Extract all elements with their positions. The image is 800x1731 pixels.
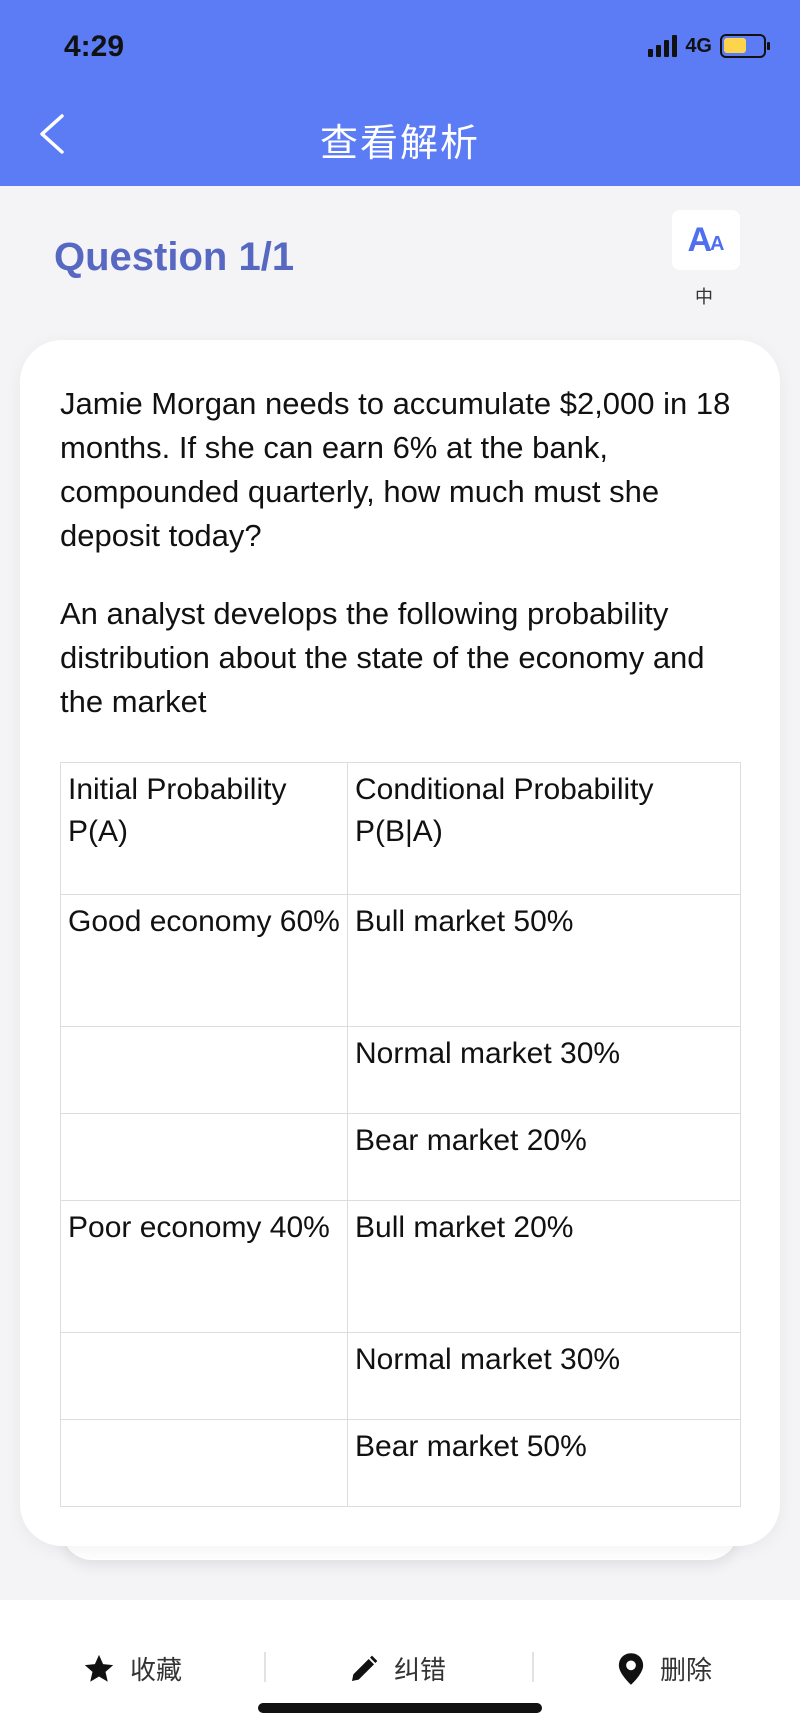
table-cell <box>60 1332 348 1420</box>
table-header: Initial Probability P(A) <box>60 762 348 895</box>
table-cell <box>60 1026 348 1114</box>
table-cell <box>60 1113 348 1201</box>
table-cell: Normal market 30% <box>347 1332 741 1420</box>
table-cell: Normal market 30% <box>347 1026 741 1114</box>
table-row: Good economy 60% Bull market 50% <box>60 894 741 1027</box>
battery-icon <box>720 34 770 58</box>
delete-button[interactable]: 删除 <box>616 1650 712 1687</box>
table-header: Conditional Probability P(B|A) <box>347 762 741 895</box>
font-size-label: 中 <box>695 287 713 307</box>
probability-table: Initial Probability P(A) Conditional Pro… <box>60 762 741 1507</box>
table-cell <box>60 1419 348 1507</box>
delete-label: 删除 <box>660 1655 713 1685</box>
report-error-label: 纠错 <box>394 1655 447 1685</box>
font-size-icon-small: A <box>710 232 725 255</box>
pencil-icon <box>352 1655 378 1681</box>
report-error-button[interactable]: 纠错 <box>348 1650 446 1687</box>
table-cell: Bull market 20% <box>347 1200 741 1333</box>
font-size-icon-large: A <box>687 220 713 259</box>
question-card: Jamie Morgan needs to accumulate $2,000 … <box>20 340 780 1546</box>
table-row: Normal market 30% <box>60 1332 741 1420</box>
intro-text: An analyst develops the following probab… <box>60 596 705 719</box>
status-time: 4:29 <box>64 30 125 63</box>
top-bar: 4:29 4G 查看解析 <box>0 0 800 186</box>
favorite-label: 收藏 <box>130 1655 183 1685</box>
signal-icon <box>648 35 678 57</box>
table-cell: Bull market 50% <box>347 894 741 1027</box>
star-icon <box>84 1654 114 1682</box>
network-label: 4G <box>685 34 712 57</box>
home-indicator <box>258 1703 542 1713</box>
divider <box>532 1652 534 1682</box>
location-pin-icon <box>618 1652 644 1685</box>
font-size-button[interactable]: AA <box>672 210 740 270</box>
question-counter: Question 1/1 <box>54 235 295 279</box>
table-cell: Bear market 20% <box>347 1113 741 1201</box>
table-row: Normal market 30% <box>60 1026 741 1114</box>
page-title: 查看解析 <box>319 123 480 165</box>
table-row: Bear market 50% <box>60 1419 741 1507</box>
table-row: Bear market 20% <box>60 1113 741 1201</box>
table-row: Poor economy 40% Bull market 20% <box>60 1200 741 1333</box>
table-cell: Poor economy 40% <box>60 1200 348 1333</box>
table-header-row: Initial Probability P(A) Conditional Pro… <box>60 762 741 895</box>
favorite-button[interactable]: 收藏 <box>82 1650 182 1687</box>
table-cell: Bear market 50% <box>347 1419 741 1507</box>
status-indicators: 4G <box>648 34 770 58</box>
question-text: Jamie Morgan needs to accumulate $2,000 … <box>60 386 731 553</box>
table-cell: Good economy 60% <box>60 894 348 1027</box>
divider <box>264 1652 266 1682</box>
